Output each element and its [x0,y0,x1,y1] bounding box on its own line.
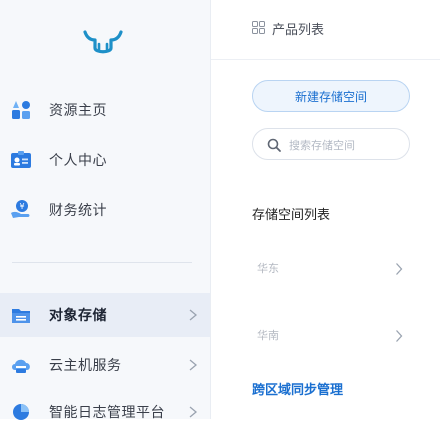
sidebar-item-label: 智能日志管理平台 [49,405,165,421]
sidebar: 资源主页 个人中心 ¥ 财务统计 对象存储 云主机服务 智能日志管理平台 [0,0,211,421]
sidebar-divider [12,262,192,263]
sidebar-item-object-storage[interactable]: 对象存储 [0,293,210,337]
resource-home-icon [12,101,30,119]
region-item-south[interactable]: 华南 [252,320,412,350]
panel-header: 产品列表 [211,0,440,60]
page-title: 产品列表 [272,23,325,38]
grid-icon [252,21,265,34]
sidebar-item-finance[interactable]: ¥ 财务统计 [0,188,210,232]
region-label: 华东 [257,262,279,275]
folder-icon [12,309,30,323]
region-label: 华南 [257,329,279,342]
sidebar-item-label: 对象存储 [49,308,107,324]
search-input[interactable] [287,135,406,155]
search-icon [267,138,281,152]
search-box[interactable] [252,128,410,160]
sidebar-item-log-platform[interactable]: 智能日志管理平台 [0,390,210,434]
cloud-server-icon [12,359,30,373]
chevron-right-icon [396,263,403,275]
sidebar-item-label: 云主机服务 [49,358,122,374]
chevron-right-icon [189,309,198,321]
main-panel: 产品列表 新建存储空间 存储空间列表 华东 华南 跨区域同步管理 [211,0,440,419]
sidebar-item-label: 个人中心 [49,153,107,169]
region-item-east[interactable]: 华东 [252,253,412,283]
chevron-right-icon [396,330,403,342]
cross-region-sync-link[interactable]: 跨区域同步管理 [252,379,343,398]
sidebar-item-cloud-server[interactable]: 云主机服务 [0,343,210,387]
chevron-right-icon [189,406,198,418]
new-storage-button[interactable]: 新建存储空间 [252,80,410,112]
sidebar-item-resource-home[interactable]: 资源主页 [0,88,210,132]
logo-icon [83,30,123,54]
chevron-right-icon [189,359,198,371]
svg-text:¥: ¥ [19,202,24,211]
sidebar-item-label: 财务统计 [49,203,107,219]
log-chart-icon [13,404,29,420]
finance-hand-icon: ¥ [11,200,30,218]
id-card-icon [11,151,31,168]
section-title: 存储空间列表 [252,208,331,223]
sidebar-item-label: 资源主页 [49,103,107,119]
sidebar-item-personal-center[interactable]: 个人中心 [0,138,210,182]
